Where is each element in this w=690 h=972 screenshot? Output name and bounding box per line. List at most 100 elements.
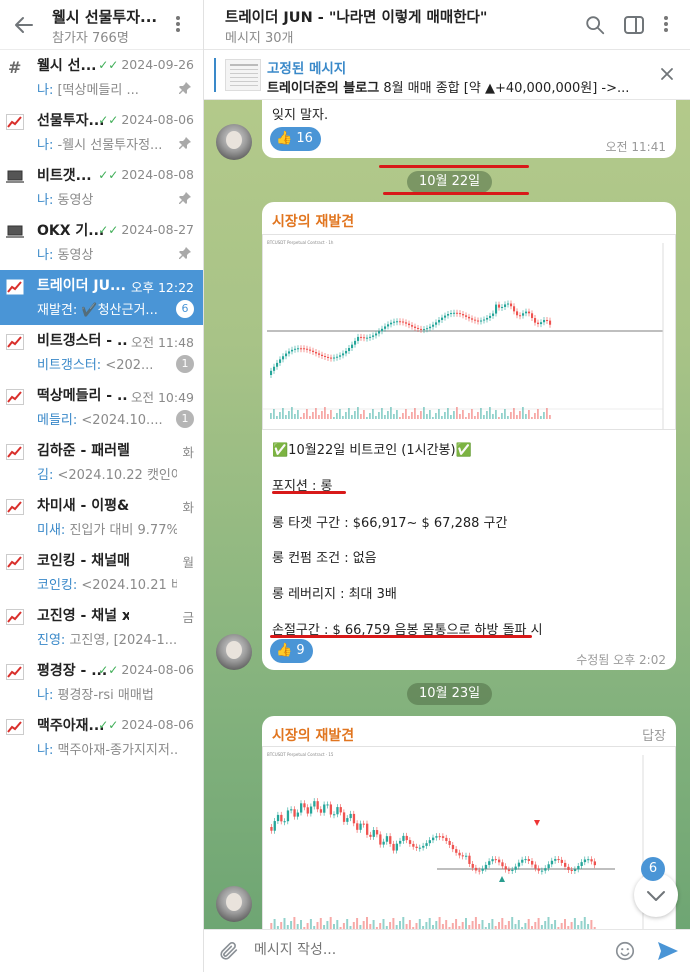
candle-body — [537, 868, 540, 871]
chart-icon — [6, 279, 24, 295]
more-vertical-icon[interactable] — [660, 14, 672, 36]
candle-body — [491, 859, 494, 862]
preview-text: -웰시 선물투자정... — [57, 138, 163, 153]
candle-body — [438, 836, 441, 838]
chat-list-item[interactable]: 선물투자... ✓✓ 2024-08-06 나: -웰시 선물투자정... — [0, 105, 203, 160]
candle-body — [540, 870, 544, 872]
chat-list-item[interactable]: 차미새 - 이평&심리 ... 화미새: 진입가 대비 9.77%... — [0, 490, 203, 545]
chat-date: ✓✓ 2024-08-08 — [98, 167, 194, 182]
chat-preview: 나: 평경장-rsi 매매법 — [37, 684, 154, 703]
more-vertical-icon[interactable] — [172, 14, 184, 36]
candle-body — [415, 846, 418, 848]
volume-bar — [480, 408, 482, 419]
candle-body — [557, 859, 560, 861]
sidebar-toggle-icon[interactable] — [623, 15, 645, 35]
chat-list-item[interactable]: 떡상메들리 - ... 오전 10:49 메들리: <2024.10.... 1 — [0, 380, 203, 435]
chat-list-item[interactable]: 김하준 - 패러렐 채널... 화김: <2024.10.22 캣인어독... — [0, 435, 203, 490]
reply-button[interactable]: 답장 — [642, 725, 666, 744]
close-icon[interactable] — [659, 66, 675, 82]
volume-bar — [288, 411, 290, 419]
chart-icon — [6, 334, 24, 350]
volume-bar — [461, 922, 464, 929]
avatar[interactable] — [216, 634, 252, 670]
volume-bar — [316, 922, 319, 929]
chat-list-item[interactable]: 코인킹 - 채널매매 월코인킹: <2024.10.21 비트... — [0, 545, 203, 600]
candle-body — [438, 319, 441, 323]
candle-body — [435, 322, 438, 325]
candle-body — [296, 812, 300, 817]
volume-bar — [474, 416, 476, 419]
volume-bar — [444, 412, 446, 419]
chat-list-item[interactable]: 비트갱스터 - ... 오전 11:48 비트갱스터: <202... 1 — [0, 325, 203, 380]
volume-bar — [329, 917, 332, 929]
volume-bar — [392, 918, 395, 929]
volume-bar — [330, 410, 332, 419]
chat-list-item[interactable]: 고진영 - 채널 x 이평... 금진영: 고진영, [2024-1... — [0, 600, 203, 655]
chat-date-text: 2024-08-06 — [121, 717, 194, 732]
chat-list-item[interactable]: 비트갯... ✓✓ 2024-08-08 나: 동영상 — [0, 160, 203, 215]
chat-date: ✓✓ 2024-08-06 — [98, 112, 194, 127]
pinned-message-bar[interactable]: 고정된 메시지 트레이더준의 블로그 8월 매매 종합 [약 ▲+40,000,… — [204, 50, 690, 100]
candle-body — [396, 321, 399, 323]
volume-bar — [339, 409, 341, 419]
volume-bar — [411, 412, 413, 419]
candle-body — [510, 303, 513, 307]
volume-bar — [438, 409, 440, 419]
candlestick-chart: BTCUSDT Perpetual Contract · 1h — [263, 235, 675, 429]
chat-list-item[interactable]: 평경장 - ... ✓✓ 2024-08-06 나: 평경장-rsi 매매법 — [0, 655, 203, 710]
volume-bar — [426, 414, 428, 419]
volume-bar — [590, 920, 593, 929]
message-input[interactable] — [254, 942, 554, 958]
candle-body — [587, 859, 590, 861]
paperclip-icon[interactable] — [218, 940, 240, 962]
channel-name[interactable]: 시장의 재발견 — [272, 211, 354, 231]
volume-bar — [321, 411, 323, 419]
pinned-text-rest: 8월 매매 종합 [약 ▲+40,000,000원] ->... — [383, 81, 630, 96]
volume-bar — [501, 413, 503, 419]
candle-body — [519, 315, 522, 317]
volume-bar — [465, 918, 467, 929]
volume-bar — [276, 416, 278, 419]
chat-list-item[interactable]: # 웰시 선... ✓✓ 2024-09-26 나: [떡상메들리 ... — [0, 50, 203, 105]
back-arrow-icon[interactable] — [12, 13, 36, 37]
candle-body — [525, 311, 528, 314]
volume-bar — [381, 408, 383, 419]
emoji-icon[interactable] — [614, 940, 636, 962]
reaction-thumbs-up[interactable]: 👍 16 — [270, 127, 321, 151]
pinned-thumbnail — [225, 59, 261, 91]
chart-image[interactable]: BTCUSDT Perpetual Contract · 1h — [262, 234, 676, 430]
avatar[interactable] — [216, 124, 252, 160]
chat-list-item[interactable]: 트레이더 JU... 오후 12:22 재발견: ✔️청산근거... 6 — [0, 270, 203, 325]
candle-body — [375, 830, 379, 835]
channel-name[interactable]: 시장의 재발견 — [272, 725, 354, 745]
laptop-icon — [6, 169, 24, 185]
send-icon[interactable] — [656, 940, 680, 962]
candle-body — [339, 807, 342, 813]
candle-body — [514, 866, 517, 870]
chat-date: ✓✓ 2024-08-27 — [98, 222, 194, 237]
pinned-text: 트레이더준의 블로그 8월 매매 종합 [약 ▲+40,000,000원] ->… — [267, 77, 629, 96]
volume-bar — [336, 413, 338, 419]
avatar[interactable] — [216, 886, 252, 922]
candle-body — [492, 313, 495, 316]
chat-preview: 나: 맥주아재-종가지지저... — [37, 739, 177, 758]
candle-body — [554, 859, 557, 861]
chat-title[interactable]: 트레이더 JUN - "나라면 이렇게 매매한다" — [225, 6, 487, 27]
reaction-thumbs-up[interactable]: 👍 9 — [270, 639, 313, 663]
candle-body — [471, 318, 474, 320]
candle-body — [425, 843, 428, 846]
candle-body — [276, 814, 280, 822]
volume-bar — [309, 416, 311, 419]
volume-bar — [285, 415, 287, 419]
message-bubble[interactable]: 시장의 재발견 답장 BTCUSDT Perpetual Contract · … — [262, 716, 676, 956]
chat-list-item[interactable]: 맥주아재... ✓✓ 2024-08-06 나: 맥주아재-종가지지저... — [0, 710, 203, 765]
candle-body — [342, 353, 345, 356]
chat-list-item[interactable]: OKX 기... ✓✓ 2024-08-27 나: 동영상 — [0, 215, 203, 270]
chart-image[interactable]: BTCUSDT Perpetual Contract · 15 — [262, 746, 676, 931]
candle-body — [483, 319, 486, 321]
search-icon[interactable] — [584, 14, 606, 36]
candle-body — [279, 359, 282, 363]
post-line-3: 롱 타겟 구간 : $66,917~ $ 67,288 구간 — [272, 516, 508, 531]
message-bubble[interactable]: 시장의 재발견 BTCUSDT Perpetual Contract · 1h … — [262, 202, 676, 670]
candle-body — [478, 870, 481, 872]
